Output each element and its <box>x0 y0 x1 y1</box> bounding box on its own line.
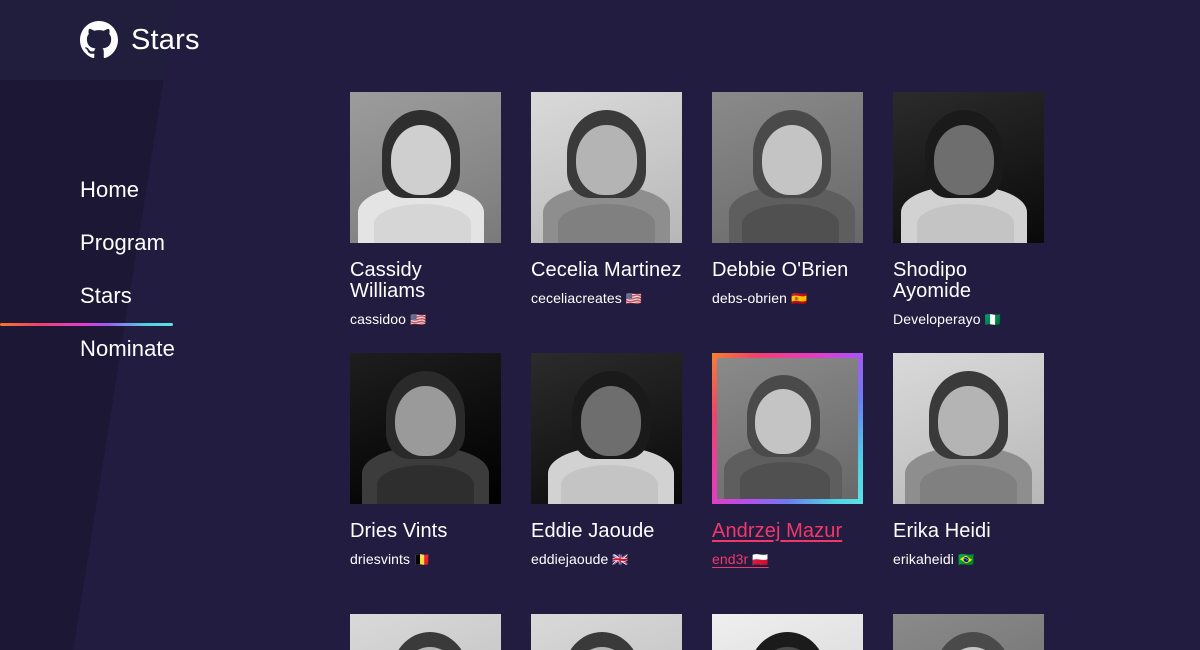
sidebar-item-nominate[interactable]: Nominate <box>0 322 340 375</box>
star-avatar <box>531 614 682 650</box>
star-handle-text: end3r <box>712 551 749 567</box>
star-name[interactable]: Shodipo Ayomide <box>893 260 1044 302</box>
star-name[interactable]: Dries Vints <box>350 521 501 542</box>
star-avatar <box>531 92 682 243</box>
star-handle[interactable]: ceceliacreates 🇺🇸 <box>531 290 682 307</box>
country-flag-icon: 🇬🇧 <box>612 552 629 567</box>
star-avatar <box>893 92 1044 243</box>
star-photo-wrapper <box>712 92 863 243</box>
star-card[interactable] <box>350 614 501 650</box>
star-photo-wrapper <box>350 353 501 504</box>
star-photo-wrapper <box>893 614 1044 650</box>
star-handle[interactable]: eddiejaoude 🇬🇧 <box>531 551 682 568</box>
portrait-art <box>893 353 1044 504</box>
star-avatar <box>717 358 858 499</box>
sidebar: Home Program Stars Nominate <box>0 80 340 650</box>
portrait-art <box>893 614 1044 650</box>
star-avatar <box>350 614 501 650</box>
country-flag-icon: 🇧🇷 <box>957 552 975 567</box>
star-name[interactable]: Cassidy Williams <box>350 260 501 302</box>
portrait-art <box>350 92 501 243</box>
star-handle-text: erikaheidi <box>893 551 954 567</box>
sidebar-item-label: Stars <box>80 282 132 308</box>
star-handle[interactable]: cassidoo 🇺🇸 <box>350 311 501 328</box>
portrait-art <box>717 358 858 499</box>
brand-logo-link[interactable]: Stars <box>80 21 200 59</box>
star-handle[interactable]: end3r 🇵🇱 <box>712 551 863 568</box>
portrait-art <box>531 92 682 243</box>
star-photo-wrapper <box>531 353 682 504</box>
star-avatar <box>712 614 863 650</box>
star-handle-text: ceceliacreates <box>531 290 622 306</box>
star-handle-text: driesvints <box>350 551 411 567</box>
portrait-art <box>531 353 682 504</box>
star-photo-wrapper <box>531 614 682 650</box>
page-title: Stars <box>131 23 200 56</box>
portrait-art <box>350 614 501 650</box>
portrait-art <box>531 614 682 650</box>
star-photo-wrapper <box>712 614 863 650</box>
star-avatar <box>350 92 501 243</box>
star-card[interactable]: Dries Vints driesvints 🇧🇪 <box>350 353 501 614</box>
portrait-art <box>893 92 1044 243</box>
star-photo-wrapper <box>531 92 682 243</box>
star-card[interactable]: Erika Heidi erikaheidi 🇧🇷 <box>893 353 1044 614</box>
sidebar-item-stars[interactable]: Stars <box>0 269 340 326</box>
github-octocat-icon <box>80 21 118 59</box>
stars-grid: Cassidy Williams cassidoo 🇺🇸 Cecelia Marti… <box>350 92 1150 650</box>
sidebar-item-program[interactable]: Program <box>0 216 340 269</box>
star-card[interactable]: Debbie O'Brien debs-obrien 🇪🇸 <box>712 92 863 353</box>
star-card[interactable]: Shodipo Ayomide Developerayo 🇳🇬 <box>893 92 1044 353</box>
portrait-art <box>712 92 863 243</box>
star-handle[interactable]: Developerayo 🇳🇬 <box>893 311 1044 328</box>
sidebar-item-home[interactable]: Home <box>0 163 340 216</box>
star-card[interactable]: Cassidy Williams cassidoo 🇺🇸 <box>350 92 501 353</box>
star-card[interactable] <box>893 614 1044 650</box>
star-photo-wrapper <box>893 92 1044 243</box>
country-flag-icon: 🇵🇱 <box>752 552 769 567</box>
star-name[interactable]: Cecelia Martinez <box>531 260 682 281</box>
country-flag-icon: 🇺🇸 <box>625 291 643 306</box>
star-card[interactable]: Eddie Jaoude eddiejaoude 🇬🇧 <box>531 353 682 614</box>
star-photo-wrapper <box>893 353 1044 504</box>
star-avatar <box>350 353 501 504</box>
sidebar-item-label: Nominate <box>80 335 175 361</box>
star-avatar <box>712 92 863 243</box>
star-name[interactable]: Debbie O'Brien <box>712 260 863 281</box>
sidebar-nav-list: Home Program Stars Nominate <box>0 163 340 375</box>
app-header: Stars <box>0 0 1200 80</box>
star-avatar <box>531 353 682 504</box>
country-flag-icon: 🇧🇪 <box>414 552 431 567</box>
star-handle-text: eddiejaoude <box>531 551 609 567</box>
sidebar-item-label: Program <box>80 229 166 255</box>
star-avatar <box>893 353 1044 504</box>
star-card[interactable]: Andrzej Mazur end3r 🇵🇱 <box>712 353 863 614</box>
star-handle[interactable]: debs-obrien 🇪🇸 <box>712 290 863 307</box>
star-photo-wrapper <box>350 614 501 650</box>
star-name[interactable]: Andrzej Mazur <box>712 521 863 542</box>
star-photo-wrapper <box>350 92 501 243</box>
country-flag-icon: 🇺🇸 <box>410 312 427 327</box>
country-flag-icon: 🇪🇸 <box>791 291 808 306</box>
star-avatar <box>893 614 1044 650</box>
sidebar-item-label: Home <box>80 176 140 202</box>
star-handle-text: Developerayo <box>893 311 981 327</box>
star-photo-gradient-border <box>712 353 863 504</box>
star-handle[interactable]: driesvints 🇧🇪 <box>350 551 501 568</box>
star-handle-text: debs-obrien <box>712 290 788 306</box>
portrait-art <box>350 353 501 504</box>
star-handle-text: cassidoo <box>350 311 407 327</box>
country-flag-icon: 🇳🇬 <box>984 312 1001 327</box>
star-card[interactable] <box>712 614 863 650</box>
star-handle[interactable]: erikaheidi 🇧🇷 <box>893 551 1044 568</box>
star-name[interactable]: Eddie Jaoude <box>531 521 682 542</box>
star-card[interactable] <box>531 614 682 650</box>
star-name[interactable]: Erika Heidi <box>893 521 1044 542</box>
star-card[interactable]: Cecelia Martinez ceceliacreates 🇺🇸 <box>531 92 682 353</box>
portrait-art <box>712 614 863 650</box>
